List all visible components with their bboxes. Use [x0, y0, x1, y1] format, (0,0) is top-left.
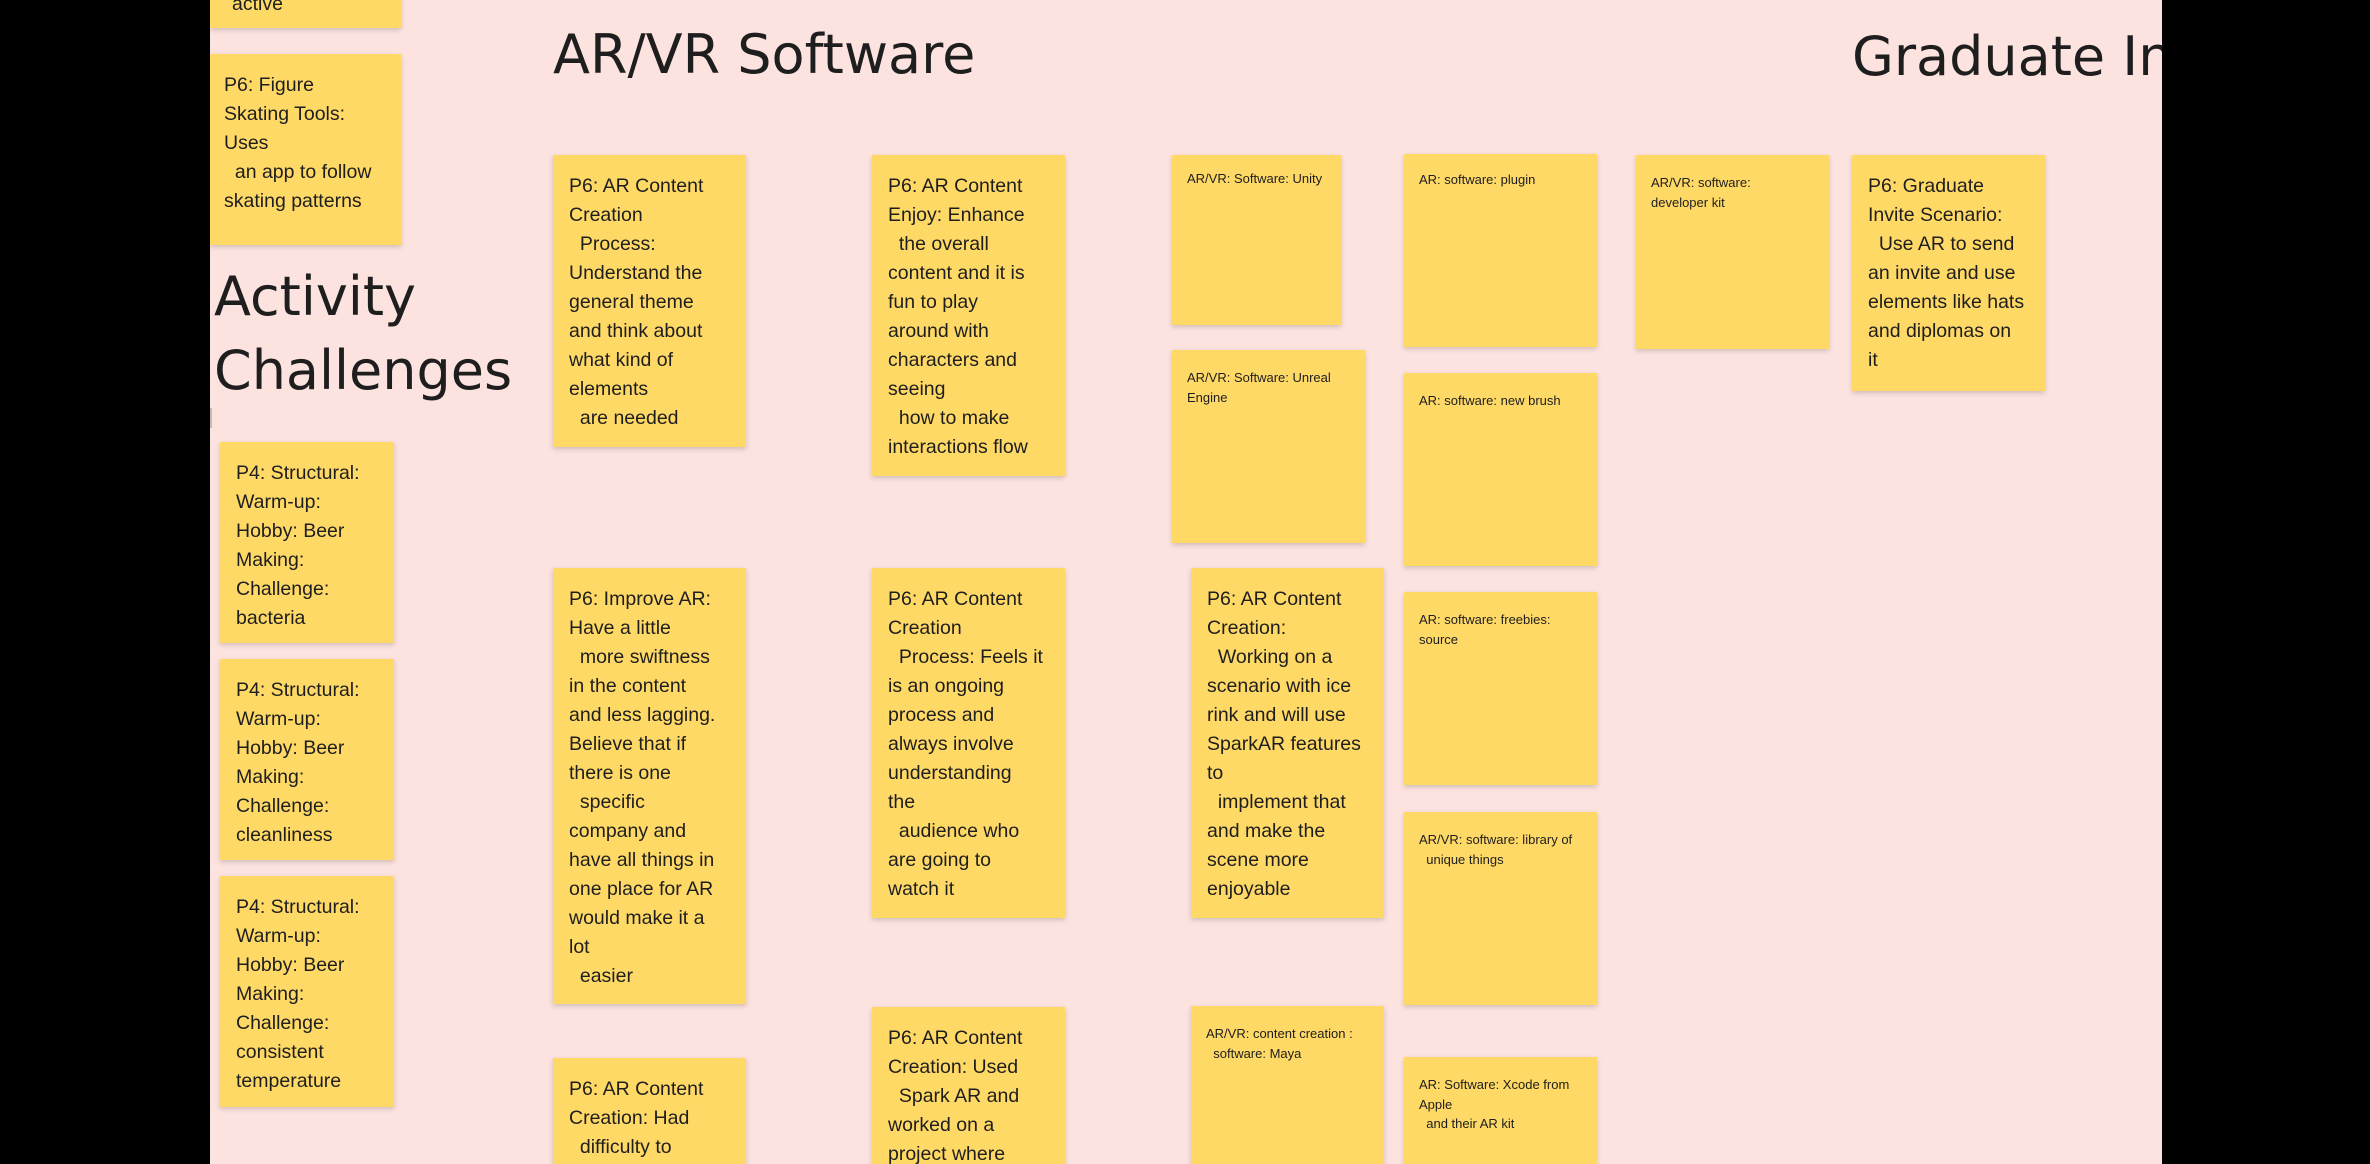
canvas-divider [210, 408, 212, 428]
sticky-note-p4-cleanliness[interactable]: P4: Structural: Warm-up: Hobby: Beer Mak… [220, 659, 394, 860]
sticky-note-p6-spark-ar[interactable]: P6: AR Content Creation: Used Spark AR a… [872, 1007, 1065, 1164]
sticky-note-p6-process-theme[interactable]: P6: AR Content Creation Process: Underst… [553, 155, 746, 447]
sticky-note-active-partial[interactable]: active [210, 0, 401, 28]
sticky-note-p6-enjoy[interactable]: P6: AR Content Enjoy: Enhance the overal… [872, 155, 1065, 476]
sticky-note-p4-bacteria[interactable]: P4: Structural: Warm-up: Hobby: Beer Mak… [220, 442, 394, 643]
sticky-note-unity[interactable]: AR/VR: Software: Unity [1172, 155, 1341, 325]
section-heading-graduate-invite[interactable]: Graduate Invi [1852, 20, 2162, 94]
sticky-note-p6-graduate[interactable]: P6: Graduate Invite Scenario: Use AR to … [1852, 155, 2045, 391]
sticky-note-p6-ice-rink[interactable]: P6: AR Content Creation: Working on a sc… [1191, 568, 1384, 918]
section-heading-arvr-software[interactable]: AR/VR Software [553, 18, 975, 92]
whiteboard-canvas[interactable]: AR/VR Software Activity Challenges Gradu… [210, 0, 2162, 1164]
sticky-note-library[interactable]: AR/VR: software: library of unique thing… [1404, 812, 1597, 1005]
sticky-note-p6-ongoing[interactable]: P6: AR Content Creation Process: Feels i… [872, 568, 1065, 918]
sticky-note-unreal[interactable]: AR/VR: Software: Unreal Engine [1172, 350, 1365, 543]
sticky-note-xcode[interactable]: AR: Software: Xcode from Apple and their… [1404, 1057, 1597, 1164]
sticky-note-maya[interactable]: AR/VR: content creation : software: Maya [1191, 1006, 1384, 1164]
sticky-note-freebies[interactable]: AR: software: freebies: source [1404, 592, 1597, 785]
sticky-note-p4-temperature[interactable]: P4: Structural: Warm-up: Hobby: Beer Mak… [220, 876, 394, 1107]
section-heading-activity-challenges[interactable]: Activity Challenges [214, 260, 512, 408]
sticky-note-p6-improve-ar[interactable]: P6: Improve AR: Have a little more swift… [553, 568, 746, 1004]
sticky-note-developer-kit[interactable]: AR/VR: software: developer kit [1636, 155, 1829, 349]
sticky-note-plugin[interactable]: AR: software: plugin [1404, 154, 1597, 347]
sticky-note-p6-figure-skating[interactable]: P6: Figure Skating Tools: Uses an app to… [210, 54, 401, 245]
sticky-note-p6-difficulty[interactable]: P6: AR Content Creation: Had difficulty … [553, 1058, 746, 1164]
sticky-note-new-brush[interactable]: AR: software: new brush [1404, 373, 1597, 566]
